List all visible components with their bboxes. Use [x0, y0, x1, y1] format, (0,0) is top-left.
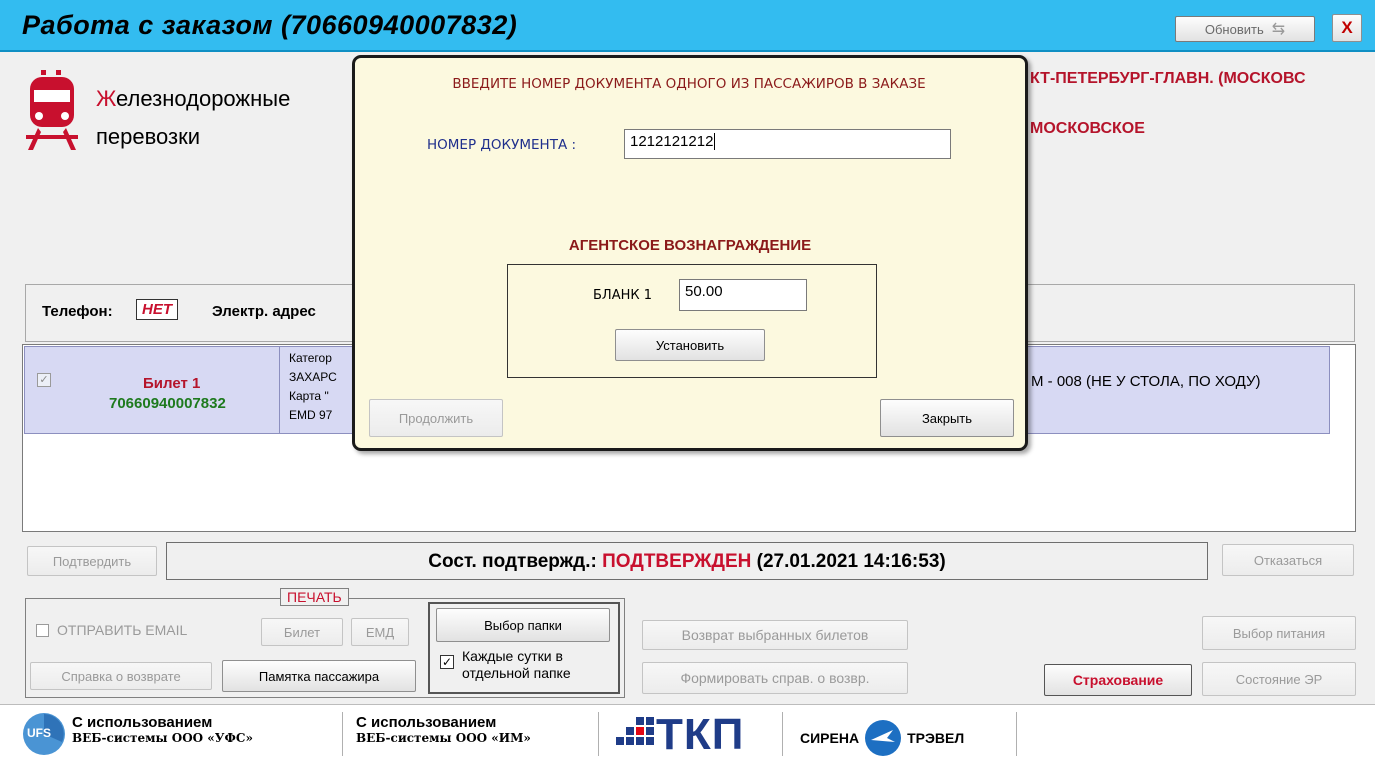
confirmation-status: Сост. подтвержд.: ПОДТВЕРЖДЕН (27.01.202… [166, 542, 1208, 580]
confirmation-status-text: Сост. подтвержд.: ПОДТВЕРЖДЕН (27.01.202… [167, 551, 1207, 573]
status-state: ПОДТВЕРЖДЕН [602, 551, 752, 572]
ufs-logo: UFS [22, 712, 66, 756]
window-title: Работа с заказом (70660940007832) [22, 10, 518, 40]
send-email-checkbox[interactable] [36, 623, 49, 637]
document-number-value: 1212121212 [630, 133, 714, 150]
ticket-detail-passenger: ЗАХАРС [289, 370, 337, 384]
passenger-memo-button[interactable]: Памятка пассажира [222, 660, 416, 692]
print-label: ПЕЧАТЬ [280, 588, 349, 606]
document-number-dialog[interactable]: ВВЕДИТЕ НОМЕР ДОКУМЕНТА ОДНОГО ИЗ ПАССАЖ… [352, 55, 1028, 451]
im-caption-line2: ВЕБ-системы ООО «ИМ» [356, 731, 531, 745]
dialog-heading: ВВЕДИТЕ НОМЕР ДОКУМЕНТА ОДНОГО ИЗ ПАССАЖ… [452, 76, 926, 92]
sirena-logo-text: СИРЕНА [800, 730, 860, 746]
agent-fee-heading: АГЕНТСКОЕ ВОЗНАГРАЖДЕНИЕ [568, 237, 812, 254]
choose-folder-button[interactable]: Выбор папки [436, 608, 610, 642]
railway-label-initial: Ж [96, 86, 117, 111]
ufs-caption-line1: С использованием [72, 714, 213, 731]
email-label: Электр. адрес [212, 303, 316, 320]
sirena-logo-mark [865, 720, 902, 756]
set-fee-button[interactable]: Установить [615, 329, 765, 361]
tkp-logo-text: ТКП [656, 710, 745, 759]
status-timestamp: (27.01.2021 14:16:53) [756, 551, 946, 572]
daily-folder-checkbox[interactable]: ✓ [440, 655, 454, 669]
railway-label: Железнодорожные перевозки [96, 80, 356, 156]
text-cursor [714, 133, 716, 150]
daily-folder-label: Каждые сутки в отдельной папке [462, 648, 571, 682]
im-caption-line1: С использованием [356, 714, 497, 731]
ticket-detail-category: Категор [289, 351, 332, 365]
refuse-button[interactable]: Отказаться [1222, 544, 1354, 576]
route-line2: МОСКОВСКОЕ [1030, 120, 1145, 137]
return-selected-tickets-button[interactable]: Возврат выбранных билетов [642, 620, 908, 650]
status-label: Сост. подтвержд.: [428, 551, 597, 572]
blank-label: БЛАНК 1 [593, 288, 652, 303]
document-number-label: НОМЕР ДОКУМЕНТА : [427, 137, 577, 153]
insurance-button[interactable]: Страхование [1044, 664, 1192, 696]
refresh-icon: ⇆ [1271, 21, 1286, 38]
ticket-detail-emd: EMD 97 [289, 408, 333, 422]
railway-label-line2: перевозки [96, 124, 201, 149]
refresh-label: Обновить [1204, 21, 1264, 37]
ticket-detail-card: Карта " [289, 389, 329, 403]
train-icon [24, 68, 80, 152]
ticket-name: Билет 1 [143, 375, 201, 392]
refund-reference-button[interactable]: Справка о возврате [30, 662, 212, 690]
document-number-input[interactable]: 1212121212 [624, 129, 951, 159]
ufs-caption: С использованием ВЕБ-системы ООО «УФС» [72, 714, 253, 745]
close-icon: X [1341, 18, 1353, 37]
window-titlebar: Работа с заказом (70660940007832) Обнови… [0, 0, 1375, 52]
daily-folder-option[interactable]: ✓ Каждые сутки в отдельной папке [440, 648, 571, 682]
close-dialog-button[interactable]: Закрыть [880, 399, 1014, 437]
route-line1: КТ-ПЕТЕРБУРГ-ГЛАВН. (МОСКОВС [1030, 70, 1306, 87]
close-window-button[interactable]: X [1332, 14, 1362, 42]
form-refund-reference-button[interactable]: Формировать справ. о возвр. [642, 662, 908, 694]
ufs-logo-text: UFS [27, 726, 51, 740]
continue-button[interactable]: Продолжить [369, 399, 503, 437]
tkp-logo: ТКП [612, 710, 768, 760]
send-email-label: ОТПРАВИТЬ EMAIL [57, 622, 188, 638]
ticket-seat: М - 008 (НЕ У СТОЛА, ПО ХОДУ) [1031, 373, 1261, 390]
daily-folder-label-line1: Каждые сутки в [462, 648, 563, 664]
tkp-logo-mark [616, 717, 654, 745]
footer-divider [1016, 712, 1017, 756]
er-state-button[interactable]: Состояние ЭР [1202, 662, 1356, 696]
ticket-id-cell: Билет 1 70660940007832 [67, 347, 280, 433]
footer-divider [598, 712, 599, 756]
confirm-button[interactable]: Подтвердить [27, 546, 157, 576]
travel-logo-text: ТРЭВЕЛ [907, 730, 965, 746]
railway-label-line1: елезнодорожные [116, 86, 291, 111]
meal-selection-button[interactable]: Выбор питания [1202, 616, 1356, 650]
send-email-option[interactable]: ОТПРАВИТЬ EMAIL [36, 622, 187, 638]
sirena-travel-logo: СИРЕНА ТРЭВЕЛ [800, 718, 964, 758]
refresh-button[interactable]: Обновить ⇆ [1175, 16, 1315, 42]
phone-value: НЕТ [136, 299, 178, 320]
print-ticket-button[interactable]: Билет [261, 618, 343, 646]
footer-divider [782, 712, 783, 756]
im-caption: С использованием ВЕБ-системы ООО «ИМ» [356, 714, 531, 745]
ticket-checkbox[interactable]: ✓ [37, 373, 51, 387]
blank-fee-input[interactable]: 50.00 [679, 279, 807, 311]
ticket-details: Категор ЗАХАРС Карта " EMD 97 [289, 349, 337, 425]
daily-folder-label-line2: отдельной папке [462, 665, 571, 681]
blank-fee-value: 50.00 [685, 283, 723, 300]
ticket-number: 70660940007832 [109, 395, 226, 412]
phone-label: Телефон: [42, 303, 113, 320]
ufs-caption-line2: ВЕБ-системы ООО «УФС» [72, 731, 253, 745]
footer-divider [342, 712, 343, 756]
print-emd-button[interactable]: ЕМД [351, 618, 409, 646]
